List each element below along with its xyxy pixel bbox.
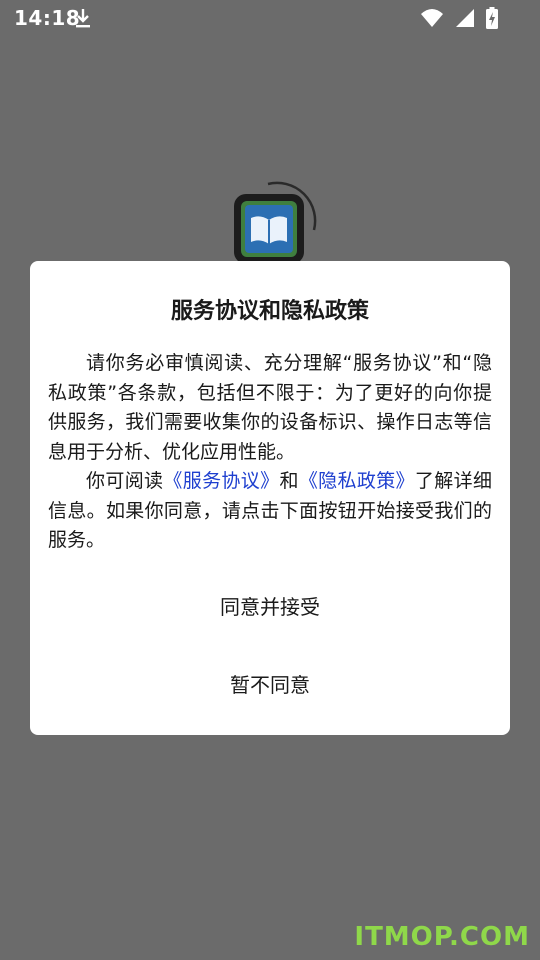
- wifi-icon: [420, 9, 443, 27]
- status-bar: 14:18: [0, 0, 540, 36]
- dialog-body: 请你务必审慎阅读、充分理解“服务协议”和“隐私政策”各条款，包括但不限于：为了更…: [48, 349, 492, 556]
- download-icon: [76, 9, 90, 28]
- accept-button[interactable]: 同意并接受: [30, 579, 510, 635]
- dialog-paragraph-2: 你可阅读《服务协议》和《隐私政策》了解详细信息。如果你同意，请点击下面按钮开始接…: [48, 467, 492, 556]
- service-agreement-link[interactable]: 《服务协议》: [163, 470, 279, 492]
- p2-and: 和: [279, 470, 299, 492]
- system-icons: [414, 7, 498, 29]
- decline-button[interactable]: 暂不同意: [30, 657, 510, 713]
- signal-icon: [455, 9, 474, 27]
- privacy-policy-link[interactable]: 《隐私政策》: [299, 470, 415, 492]
- p2-prefix: 你可阅读: [86, 470, 164, 492]
- privacy-dialog: 服务协议和隐私政策 请你务必审慎阅读、充分理解“服务协议”和“隐私政策”各条款，…: [30, 261, 510, 735]
- status-time: 14:18: [14, 6, 81, 30]
- book-logo-icon: [234, 194, 304, 264]
- battery-charging-icon: [486, 7, 498, 29]
- watermark: ITMOP.COM: [354, 922, 530, 952]
- dialog-title: 服务协议和隐私政策: [170, 299, 369, 324]
- dialog-paragraph-1: 请你务必审慎阅读、充分理解“服务协议”和“隐私政策”各条款，包括但不限于：为了更…: [48, 352, 492, 463]
